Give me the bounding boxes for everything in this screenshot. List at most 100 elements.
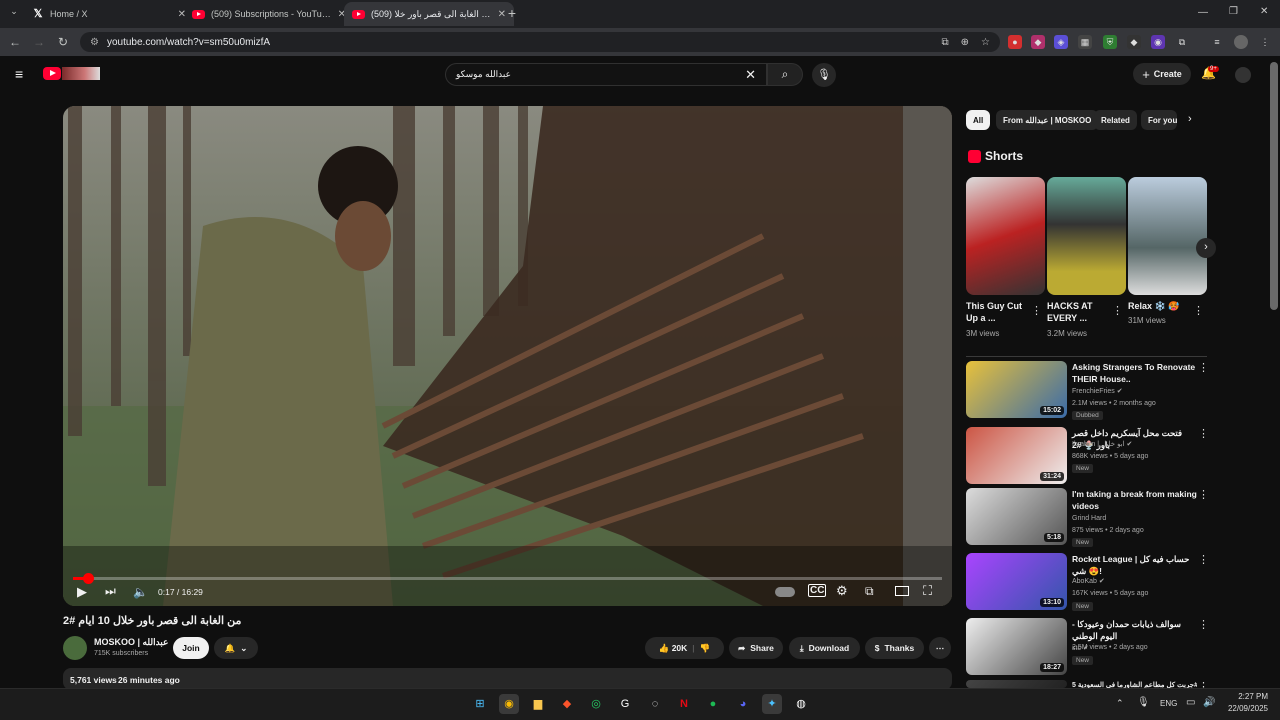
microphone-tray-icon[interactable]: 🎙 xyxy=(1137,697,1150,708)
profile-avatar-icon[interactable] xyxy=(1234,35,1248,49)
share-button[interactable]: ➦ Share xyxy=(729,637,783,659)
youtube-logo-icon[interactable] xyxy=(43,67,61,80)
forward-icon[interactable]: → xyxy=(27,35,51,49)
window-close-icon[interactable]: ✕ xyxy=(1260,6,1268,17)
brave-browser-icon[interactable]: ◆ xyxy=(557,694,577,714)
clock-time[interactable]: 2:27 PM xyxy=(1228,692,1268,701)
hamburger-menu-icon[interactable]: ≡ xyxy=(15,66,23,82)
theater-mode-icon[interactable] xyxy=(895,586,909,596)
chip-for-you[interactable]: For you xyxy=(1141,110,1177,130)
zoom-icon[interactable]: ⊕ xyxy=(961,37,969,48)
chip-related[interactable]: Related xyxy=(1094,110,1137,130)
video-title[interactable]: Asking Strangers To Renovate THEIR House… xyxy=(1072,361,1197,385)
whatsapp-icon[interactable]: ◎ xyxy=(586,694,606,714)
like-button[interactable]: 👍 20K xyxy=(659,643,688,654)
app-icon[interactable]: ◍ xyxy=(791,694,811,714)
file-explorer-icon[interactable]: ▆ xyxy=(528,694,548,714)
chip-all[interactable]: All xyxy=(966,110,991,130)
download-button[interactable]: ⤓ Download xyxy=(789,637,860,659)
video-thumbnail[interactable]: 5:18 xyxy=(966,488,1067,545)
extension-icon[interactable]: ▦ xyxy=(1078,35,1092,49)
spotify-icon[interactable]: ● xyxy=(703,694,723,714)
extension-icon[interactable]: ● xyxy=(1008,35,1022,49)
new-tab-button[interactable]: + xyxy=(500,5,524,21)
tab-subscriptions[interactable]: (509) Subscriptions - YouTube ✕ xyxy=(184,2,354,26)
reading-list-icon[interactable]: ≡ xyxy=(1210,35,1224,49)
channel-name[interactable]: MOSKOO | عبدالله xyxy=(94,637,168,648)
channel-name[interactable]: AboKab ✔ xyxy=(1072,576,1105,588)
more-options-icon[interactable]: ⋮ xyxy=(1031,304,1042,317)
netflix-icon[interactable]: N xyxy=(674,694,694,714)
more-options-icon[interactable]: ⋮ xyxy=(1198,361,1209,374)
search-button[interactable]: ⌕ xyxy=(767,63,803,86)
bookmark-star-icon[interactable]: ☆ xyxy=(981,37,990,48)
voice-search-mic-icon[interactable]: 🎙 xyxy=(812,63,836,87)
extension-icon[interactable]: ◉ xyxy=(1151,35,1165,49)
tray-chevron-icon[interactable]: ⌃ xyxy=(1116,698,1124,709)
browser-menu-icon[interactable]: ⋮ xyxy=(1258,35,1272,49)
short-title[interactable]: Relax ❄️ 🥵 xyxy=(1128,300,1196,312)
video-thumbnail[interactable] xyxy=(966,680,1067,688)
shorts-next-button[interactable]: › xyxy=(1196,238,1216,258)
app-icon[interactable]: ✦ xyxy=(762,694,782,714)
video-thumbnail[interactable]: 15:02 xyxy=(966,361,1067,418)
short-thumbnail[interactable] xyxy=(966,177,1045,295)
doodle-logo-icon[interactable] xyxy=(62,67,100,80)
extension-icon[interactable]: ◆ xyxy=(1031,35,1045,49)
back-icon[interactable]: ← xyxy=(3,35,27,49)
short-thumbnail[interactable] xyxy=(1128,177,1207,295)
dislike-icon[interactable]: 👎 xyxy=(700,643,711,654)
captions-icon[interactable]: CC xyxy=(808,584,827,597)
extension-icon[interactable]: ◆ xyxy=(1127,35,1141,49)
tab-current-video[interactable]: (509) من الغابة الى قصر باور خلا ✕ xyxy=(344,2,514,26)
video-title[interactable]: سوالف ذيابات حمدان وعيودكا - اليوم الوطن… xyxy=(1072,618,1197,642)
channel-name[interactable]: Ibrahim | ابو خليل ✔ xyxy=(1072,439,1132,451)
more-options-icon[interactable]: ⋮ xyxy=(1198,553,1209,566)
language-indicator[interactable]: ENG xyxy=(1160,699,1177,708)
short-title[interactable]: This Guy Cut Up a ... xyxy=(966,300,1034,324)
clock-date[interactable]: 22/09/2025 xyxy=(1222,704,1268,713)
subscribed-notifications-button[interactable]: 🔔 ⌄ xyxy=(214,637,258,659)
video-title[interactable]: I'm taking a break from making videos xyxy=(1072,488,1197,512)
page-scrollbar[interactable] xyxy=(1270,62,1278,310)
play-icon[interactable]: ▶ xyxy=(77,584,87,600)
channel-avatar[interactable] xyxy=(63,636,87,660)
reload-icon[interactable]: ↻ xyxy=(51,35,75,49)
app-icon[interactable]: ◌ xyxy=(645,694,665,714)
more-options-icon[interactable]: ⋮ xyxy=(1198,618,1209,631)
video-thumbnail[interactable]: 13:10 xyxy=(966,553,1067,610)
next-icon[interactable]: ⏭ xyxy=(105,584,116,599)
site-info-icon[interactable]: ⚙ xyxy=(90,37,99,48)
more-options-icon[interactable]: ⋮ xyxy=(1112,304,1123,317)
search-input[interactable]: عبدالله موسكو ✕ xyxy=(445,63,767,86)
progress-track[interactable] xyxy=(73,577,942,580)
app-icon[interactable]: G xyxy=(615,694,635,714)
channel-name[interactable]: Grind Hard xyxy=(1072,513,1106,525)
maximize-icon[interactable]: ❐ xyxy=(1229,6,1238,17)
clear-search-icon[interactable]: ✕ xyxy=(745,67,756,83)
more-options-icon[interactable]: ⋮ xyxy=(1198,488,1209,501)
chips-next-chevron-icon[interactable]: › xyxy=(1188,113,1192,125)
volume-tray-icon[interactable]: 🔊 xyxy=(1203,697,1215,708)
chip-from-channel[interactable]: From عبدالله | MOSKOO xyxy=(996,110,1099,130)
create-button[interactable]: + Create xyxy=(1133,63,1191,85)
description-box[interactable]: 5,761 views 26 minutes ago xyxy=(63,668,952,690)
miniplayer-icon[interactable]: ⧉ xyxy=(865,584,874,599)
join-button[interactable]: Join xyxy=(173,637,209,659)
progress-scrubber[interactable] xyxy=(82,573,94,584)
tab-home-x[interactable]: 𝕏 Home / X ✕ xyxy=(24,2,194,26)
extension-icon[interactable]: ⛨ xyxy=(1103,35,1117,49)
short-thumbnail[interactable] xyxy=(1047,177,1126,295)
tab-search-chevron-icon[interactable]: ⌄ xyxy=(2,6,26,17)
video-thumbnail[interactable]: 18:27 xyxy=(966,618,1067,675)
address-bar[interactable]: ⚙ youtube.com/watch?v=sm50u0mizfA ⧉ ⊕ ☆ xyxy=(80,32,1000,52)
more-actions-button[interactable]: ⋯ xyxy=(929,637,951,659)
thanks-button[interactable]: $ Thanks xyxy=(865,637,924,659)
account-avatar[interactable] xyxy=(1235,67,1251,83)
network-icon[interactable]: ▭ xyxy=(1186,697,1195,708)
discord-icon[interactable]: ◕ xyxy=(733,694,753,714)
extensions-puzzle-icon[interactable]: ⧉ xyxy=(1175,35,1189,49)
fullscreen-icon[interactable]: ⛶ xyxy=(923,583,932,599)
cast-icon[interactable]: ⧉ xyxy=(942,37,949,48)
minimize-icon[interactable]: — xyxy=(1198,7,1208,18)
